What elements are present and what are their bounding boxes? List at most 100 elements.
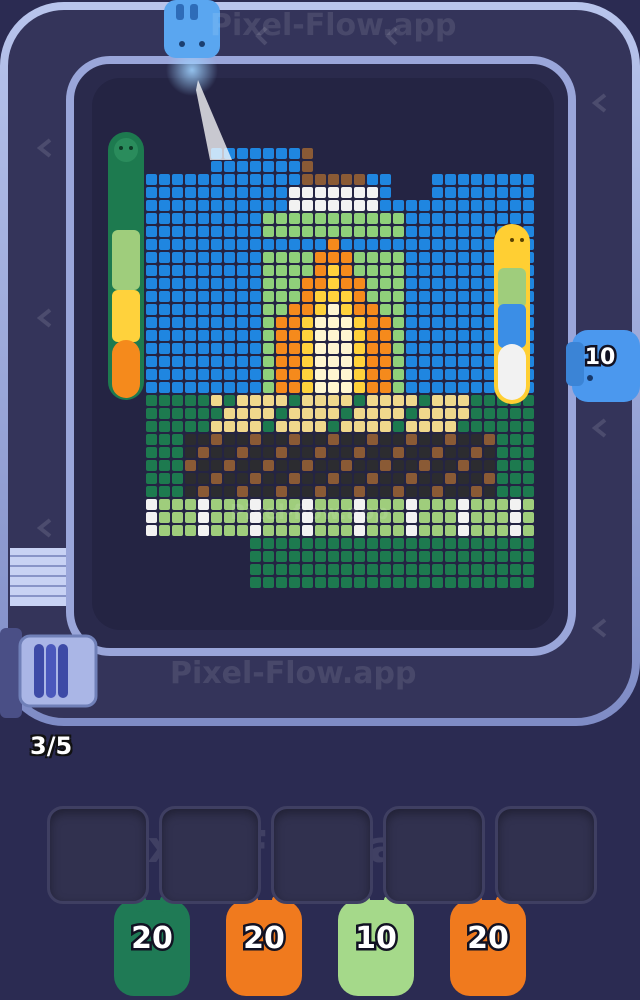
pixel-cell bbox=[211, 239, 222, 250]
pixel-cell bbox=[224, 252, 235, 263]
pixel-cell bbox=[276, 434, 287, 445]
pixel-cell bbox=[172, 239, 183, 250]
pixel-cell bbox=[328, 512, 339, 523]
pixel-cell bbox=[341, 395, 352, 406]
pixel-cell bbox=[458, 395, 469, 406]
pixel-cell bbox=[328, 226, 339, 237]
pixel-cell bbox=[510, 200, 521, 211]
pixel-cell bbox=[354, 434, 365, 445]
pixel-cell bbox=[159, 369, 170, 380]
pixel-cell bbox=[367, 291, 378, 302]
pixel-cell bbox=[328, 538, 339, 549]
pixel-cell bbox=[172, 356, 183, 367]
pixel-cell bbox=[458, 291, 469, 302]
pixel-cell bbox=[354, 525, 365, 536]
pixel-cell bbox=[497, 213, 508, 224]
pixel-cell bbox=[172, 473, 183, 484]
pixel-cell bbox=[393, 369, 404, 380]
pixel-cell bbox=[341, 486, 352, 497]
queue-shooter-4[interactable]: 20 bbox=[450, 896, 526, 996]
pixel-cell bbox=[497, 187, 508, 198]
pixel-cell bbox=[302, 408, 313, 419]
pixel-cell bbox=[198, 239, 209, 250]
pixel-cell bbox=[432, 434, 443, 445]
pixel-cell bbox=[445, 369, 456, 380]
pixel-cell bbox=[484, 408, 495, 419]
pixel-cell bbox=[198, 395, 209, 406]
wait-slot-4[interactable] bbox=[383, 806, 485, 904]
pixel-cell bbox=[185, 239, 196, 250]
pixel-cell bbox=[393, 382, 404, 393]
pixel-cell bbox=[224, 304, 235, 315]
pixel-cell bbox=[484, 551, 495, 562]
pixel-cell bbox=[276, 161, 287, 172]
pixel-cell bbox=[380, 499, 391, 510]
pixel-cell bbox=[458, 538, 469, 549]
pixel-cell bbox=[302, 252, 313, 263]
pixel-cell bbox=[198, 213, 209, 224]
pixel-cell bbox=[471, 408, 482, 419]
pixel-cell bbox=[367, 265, 378, 276]
pixel-cell bbox=[250, 356, 261, 367]
pixel-cell bbox=[289, 564, 300, 575]
pixel-cell bbox=[484, 577, 495, 588]
pixel-cell bbox=[224, 395, 235, 406]
pixel-cell bbox=[159, 226, 170, 237]
pixel-cell bbox=[172, 174, 183, 185]
pixel-cell bbox=[263, 187, 274, 198]
pixel-cell bbox=[263, 278, 274, 289]
pixel-cell bbox=[497, 447, 508, 458]
pixel-cell bbox=[458, 252, 469, 263]
pixel-cell bbox=[510, 551, 521, 562]
pixel-cell bbox=[237, 304, 248, 315]
pixel-cell bbox=[445, 525, 456, 536]
pixel-cell bbox=[367, 460, 378, 471]
conveyor-shooter[interactable]: 10 bbox=[566, 330, 640, 402]
pixel-cell bbox=[263, 447, 274, 458]
pixel-cell bbox=[302, 343, 313, 354]
pixel-cell bbox=[289, 369, 300, 380]
pixel-cell bbox=[341, 304, 352, 315]
pixel-cell bbox=[198, 330, 209, 341]
pixel-cell bbox=[445, 551, 456, 562]
wait-slot-3[interactable] bbox=[271, 806, 373, 904]
pixel-cell bbox=[380, 174, 391, 185]
pixel-cell bbox=[211, 161, 222, 172]
pixel-cell bbox=[406, 265, 417, 276]
pixel-cell bbox=[211, 421, 222, 432]
wait-slot-5[interactable] bbox=[495, 806, 597, 904]
pixel-cell bbox=[406, 551, 417, 562]
pixel-cell bbox=[484, 525, 495, 536]
pixel-cell bbox=[263, 512, 274, 523]
pixel-cell bbox=[185, 343, 196, 354]
pixel-cell bbox=[354, 356, 365, 367]
wait-slot-1[interactable] bbox=[47, 806, 149, 904]
pixel-cell bbox=[211, 499, 222, 510]
pixel-cell bbox=[276, 226, 287, 237]
pixel-cell bbox=[250, 512, 261, 523]
pixel-cell bbox=[458, 317, 469, 328]
queue-shooter-2[interactable]: 20 bbox=[226, 896, 302, 996]
pixel-cell bbox=[458, 486, 469, 497]
pixel-cell bbox=[445, 577, 456, 588]
pixel-cell bbox=[445, 382, 456, 393]
pixel-cell bbox=[315, 330, 326, 341]
pixel-cell bbox=[432, 239, 443, 250]
pixel-cell bbox=[510, 174, 521, 185]
pixel-cell bbox=[497, 486, 508, 497]
pixel-cell bbox=[445, 174, 456, 185]
pixel-cell bbox=[471, 252, 482, 263]
pixel-cell bbox=[354, 395, 365, 406]
pixel-cell bbox=[328, 213, 339, 224]
pixel-cell bbox=[497, 434, 508, 445]
queue-shooter-3[interactable]: 10 bbox=[338, 896, 414, 996]
pixel-cell bbox=[211, 213, 222, 224]
pixel-cell bbox=[185, 278, 196, 289]
pixel-cell bbox=[432, 265, 443, 276]
pixel-cell bbox=[185, 525, 196, 536]
pixel-cell bbox=[406, 538, 417, 549]
wait-slot-2[interactable] bbox=[159, 806, 261, 904]
queue-shooter-1[interactable]: 20 bbox=[114, 896, 190, 996]
pixel-cell bbox=[432, 577, 443, 588]
pixel-cell bbox=[367, 317, 378, 328]
